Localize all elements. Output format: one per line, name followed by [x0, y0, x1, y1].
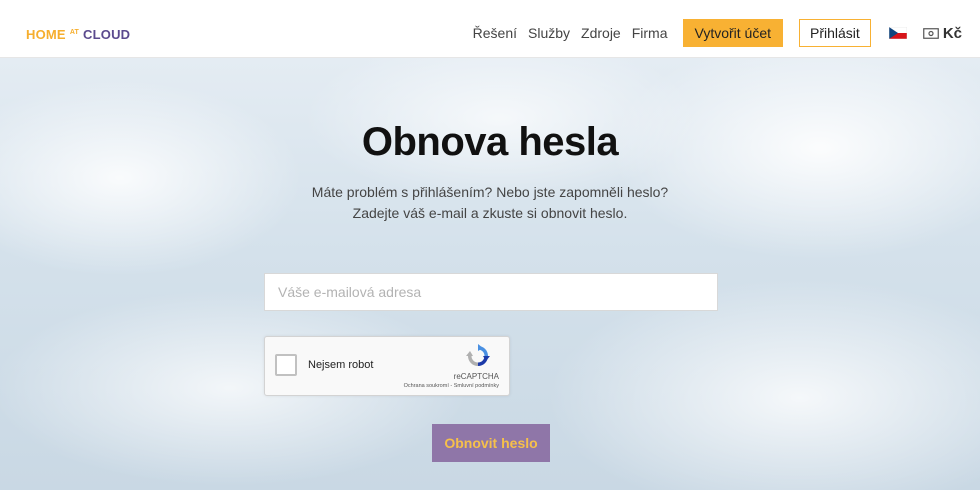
- login-button[interactable]: Přihlásit: [799, 19, 871, 47]
- recaptcha-privacy-link[interactable]: Ochrana soukromí: [404, 383, 449, 389]
- email-input[interactable]: [264, 273, 718, 311]
- reset-password-button[interactable]: Obnovit heslo: [432, 424, 550, 462]
- password-reset-form: Obnova hesla Máte problém s přihlášením?…: [0, 58, 980, 490]
- create-account-button[interactable]: Vytvořit účet: [682, 19, 784, 47]
- subtitle-line-1: Máte problém s přihlášením? Nebo jste za…: [311, 184, 669, 200]
- hero-background: Obnova hesla Máte problém s přihlášením?…: [0, 58, 980, 490]
- nav-item-zdroje[interactable]: Zdroje: [581, 25, 621, 41]
- top-navbar: HOME AT CLOUD Řešení Služby Zdroje Firma V…: [0, 0, 980, 58]
- currency-selector[interactable]: Kč: [922, 24, 962, 42]
- recaptcha-logo-icon: [466, 344, 490, 366]
- main-nav: Řešení Služby Zdroje Firma Vytvořit účet…: [473, 19, 962, 47]
- home-at-cloud-logo[interactable]: HOME AT CLOUD: [26, 26, 130, 42]
- recaptcha-links: Ochrana soukromí - Smluvní podmínky: [404, 383, 499, 389]
- logo-word-home: HOME: [26, 27, 66, 42]
- page-title: Obnova hesla: [361, 120, 619, 164]
- subtitle-line-2: Zadejte váš e-mail a zkuste si obnovit h…: [352, 205, 628, 221]
- banknote-icon: [922, 27, 939, 39]
- nav-item-reseni[interactable]: Řešení: [473, 25, 517, 41]
- logo-word-cloud: CLOUD: [83, 27, 131, 42]
- page-subtitle: Máte problém s přihlášením? Nebo jste za…: [0, 182, 980, 224]
- logo-word-at: AT: [69, 29, 80, 36]
- page: HOME AT CLOUD Řešení Služby Zdroje Firma V…: [0, 0, 980, 490]
- currency-label: Kč: [942, 24, 962, 42]
- czech-flag-icon[interactable]: [888, 27, 907, 39]
- recaptcha-widget: Nejsem robot reCAPTCHA Ochrana soukromí …: [264, 336, 510, 396]
- recaptcha-brand: reCAPTCHA: [453, 372, 499, 381]
- recaptcha-checkbox[interactable]: [275, 354, 297, 376]
- recaptcha-terms-link[interactable]: Smluvní podmínky: [454, 383, 499, 389]
- nav-item-sluzby[interactable]: Služby: [528, 25, 570, 41]
- nav-item-firma[interactable]: Firma: [632, 25, 668, 41]
- recaptcha-label: Nejsem robot: [308, 359, 374, 371]
